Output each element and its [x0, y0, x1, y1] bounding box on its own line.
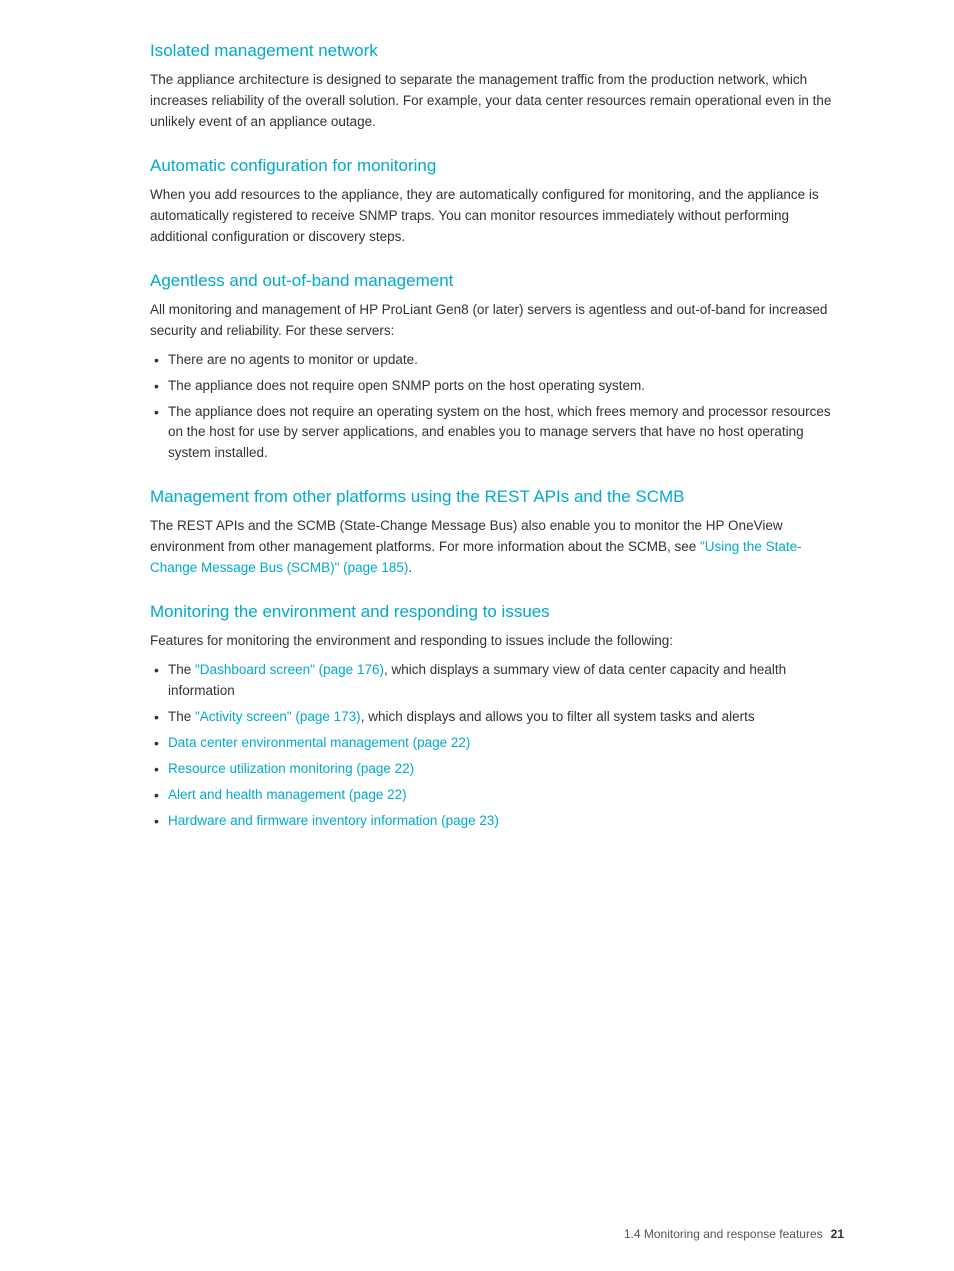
list-item: The "Dashboard screen" (page 176), which… — [150, 660, 844, 702]
para-auto-1: When you add resources to the appliance,… — [150, 185, 844, 248]
list-item: The appliance does not require open SNMP… — [150, 376, 844, 397]
list-item: Alert and health management (page 22) — [150, 785, 844, 806]
list-item: Data center environmental management (pa… — [150, 733, 844, 754]
list-item: There are no agents to monitor or update… — [150, 350, 844, 371]
list-item: The "Activity screen" (page 173), which … — [150, 707, 844, 728]
para-agentless-1: All monitoring and management of HP ProL… — [150, 300, 844, 342]
footer-section-text: 1.4 Monitoring and response features — [624, 1227, 823, 1241]
body-agentless: All monitoring and management of HP ProL… — [150, 300, 844, 464]
page: Isolated management network The applianc… — [0, 0, 954, 1271]
list-item: Resource utilization monitoring (page 22… — [150, 759, 844, 780]
para-monitoring-1: Features for monitoring the environment … — [150, 631, 844, 652]
heading-management-platforms: Management from other platforms using th… — [150, 486, 844, 508]
footer: 1.4 Monitoring and response features 21 — [624, 1227, 844, 1241]
section-agentless: Agentless and out-of-band management All… — [150, 270, 844, 465]
heading-automatic-config: Automatic configuration for monitoring — [150, 155, 844, 177]
body-monitoring-environment: Features for monitoring the environment … — [150, 631, 844, 831]
link-alert-health[interactable]: Alert and health management (page 22) — [168, 787, 407, 802]
link-dashboard[interactable]: "Dashboard screen" (page 176) — [195, 662, 384, 677]
link-scmb[interactable]: "Using the State-Change Message Bus (SCM… — [150, 539, 802, 575]
heading-isolated-management: Isolated management network — [150, 40, 844, 62]
body-management-platforms: The REST APIs and the SCMB (State-Change… — [150, 516, 844, 579]
para-isolated-1: The appliance architecture is designed t… — [150, 70, 844, 133]
heading-monitoring-environment: Monitoring the environment and respondin… — [150, 601, 844, 623]
section-management-platforms: Management from other platforms using th… — [150, 486, 844, 579]
link-hardware-firmware[interactable]: Hardware and firmware inventory informat… — [168, 813, 499, 828]
list-item: Hardware and firmware inventory informat… — [150, 811, 844, 832]
link-datacenter-env[interactable]: Data center environmental management (pa… — [168, 735, 470, 750]
section-monitoring-environment: Monitoring the environment and respondin… — [150, 601, 844, 831]
link-activity[interactable]: "Activity screen" (page 173) — [195, 709, 361, 724]
list-monitoring: The "Dashboard screen" (page 176), which… — [150, 660, 844, 831]
list-item: The appliance does not require an operat… — [150, 402, 844, 465]
body-isolated-management: The appliance architecture is designed t… — [150, 70, 844, 133]
para-platforms-1: The REST APIs and the SCMB (State-Change… — [150, 516, 844, 579]
section-automatic-config: Automatic configuration for monitoring W… — [150, 155, 844, 248]
heading-agentless: Agentless and out-of-band management — [150, 270, 844, 292]
list-agentless: There are no agents to monitor or update… — [150, 350, 844, 465]
footer-page-number: 21 — [831, 1227, 844, 1241]
link-resource-util[interactable]: Resource utilization monitoring (page 22… — [168, 761, 414, 776]
body-automatic-config: When you add resources to the appliance,… — [150, 185, 844, 248]
section-isolated-management: Isolated management network The applianc… — [150, 40, 844, 133]
